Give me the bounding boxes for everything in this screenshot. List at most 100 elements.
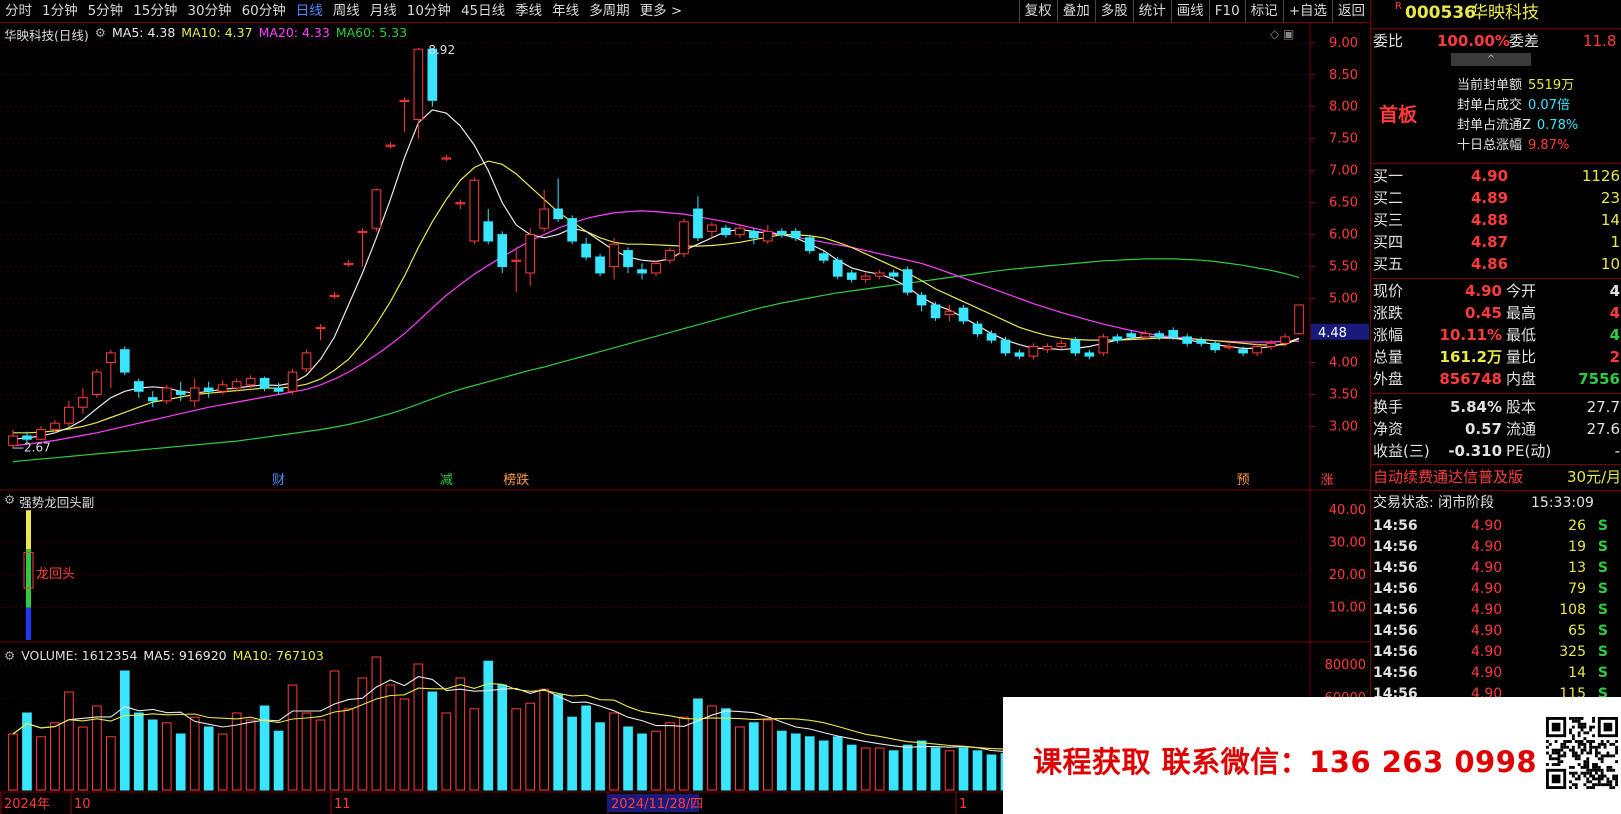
candle[interactable] <box>1056 340 1067 350</box>
candle[interactable] <box>1014 349 1025 360</box>
toolbar-button-3[interactable]: 统计 <box>1132 0 1171 22</box>
candle[interactable] <box>1112 333 1123 344</box>
candle[interactable] <box>930 301 941 321</box>
candle[interactable] <box>36 426 46 441</box>
candle[interactable] <box>804 234 815 254</box>
period-tab-3[interactable]: 15分钟 <box>128 0 182 22</box>
candle[interactable] <box>567 215 577 245</box>
period-tab-5[interactable]: 60分钟 <box>237 0 291 22</box>
bid-row[interactable]: 买五 4.86 10 <box>1371 253 1621 275</box>
candle[interactable] <box>581 237 591 261</box>
candle[interactable] <box>483 209 494 245</box>
candle[interactable] <box>1196 336 1206 347</box>
candle[interactable] <box>902 266 913 296</box>
toolbar-button-6[interactable]: 标记 <box>1244 0 1283 22</box>
period-tab-6[interactable]: 日线 <box>291 0 328 22</box>
gear-icon[interactable]: ⚙ <box>4 492 15 511</box>
candle[interactable] <box>651 260 661 277</box>
candle[interactable] <box>595 253 605 277</box>
period-tab-0[interactable]: 分时 <box>0 0 37 22</box>
candle[interactable] <box>1210 340 1220 353</box>
candle[interactable] <box>189 378 200 408</box>
candle[interactable] <box>259 376 270 392</box>
candle[interactable] <box>832 256 843 280</box>
candle[interactable] <box>721 225 731 238</box>
candle[interactable] <box>916 292 927 312</box>
period-tab-2[interactable]: 5分钟 <box>83 0 129 22</box>
toolbar-button-1[interactable]: 叠加 <box>1056 0 1095 22</box>
toolbar-button-5[interactable]: F10 <box>1208 0 1245 22</box>
candle[interactable] <box>78 388 88 414</box>
collapse-button[interactable]: ^ <box>1451 53 1531 66</box>
toolbar-button-0[interactable]: 复权 <box>1018 0 1057 22</box>
period-tab-1[interactable]: 1分钟 <box>37 0 83 22</box>
candle[interactable] <box>609 237 619 280</box>
candle[interactable] <box>735 225 745 238</box>
candle[interactable] <box>511 247 522 293</box>
candle[interactable] <box>441 154 452 162</box>
candle[interactable] <box>693 196 703 241</box>
candle[interactable] <box>119 346 130 376</box>
candle[interactable] <box>1042 343 1053 353</box>
event-mark[interactable]: 榜跌 <box>503 472 529 488</box>
ad-row[interactable]: 自动续费通达信普及版 30元/月 <box>1371 466 1621 488</box>
candle[interactable] <box>1000 336 1011 357</box>
candle[interactable] <box>707 221 717 238</box>
period-tab-4[interactable]: 30分钟 <box>182 0 236 22</box>
candle[interactable] <box>623 247 633 273</box>
candle[interactable] <box>1084 349 1095 360</box>
candle[interactable] <box>1182 333 1193 347</box>
candle[interactable] <box>665 247 675 264</box>
candle[interactable] <box>1294 304 1304 335</box>
candle[interactable] <box>469 177 480 245</box>
period-tab-12[interactable]: 年线 <box>547 0 584 22</box>
candle[interactable] <box>944 304 955 321</box>
bid-row[interactable]: 买四 4.87 1 <box>1371 231 1621 253</box>
candle[interactable] <box>203 381 214 398</box>
candle[interactable] <box>497 231 508 273</box>
candle[interactable] <box>315 324 326 341</box>
candle[interactable] <box>679 218 689 257</box>
period-tab-11[interactable]: 季线 <box>510 0 547 22</box>
candle[interactable] <box>1028 343 1039 360</box>
event-mark[interactable]: 涨 <box>1320 473 1333 488</box>
toolbar-button-2[interactable]: 多股 <box>1094 0 1133 22</box>
candle[interactable] <box>357 228 368 267</box>
bid-row[interactable]: 买一 4.90 1126 <box>1371 165 1621 187</box>
period-tab-13[interactable]: 多周期 <box>584 0 635 22</box>
toolbar-button-4[interactable]: 画线 <box>1170 0 1209 22</box>
candle[interactable] <box>1070 336 1081 357</box>
event-mark[interactable]: 财 <box>272 473 285 488</box>
period-tab-8[interactable]: 月线 <box>365 0 402 22</box>
toolbar-button-8[interactable]: 返回 <box>1332 0 1370 22</box>
candle[interactable] <box>860 272 871 283</box>
period-tab-7[interactable]: 周线 <box>328 0 365 22</box>
kline-chart[interactable]: 9.008.508.007.507.006.506.005.505.004.50… <box>0 22 1370 814</box>
period-tab-14[interactable]: 更多 > <box>635 0 688 22</box>
candle[interactable] <box>455 199 466 210</box>
period-tab-10[interactable]: 45日线 <box>456 0 510 22</box>
toolbar-button-7[interactable]: +自选 <box>1282 0 1332 22</box>
candle[interactable] <box>399 97 410 133</box>
candle[interactable] <box>637 263 647 280</box>
candle[interactable] <box>231 378 242 392</box>
candle[interactable] <box>287 368 298 395</box>
candle[interactable] <box>343 260 354 267</box>
candle[interactable] <box>161 384 172 405</box>
candle[interactable] <box>553 178 563 222</box>
gear-icon[interactable]: ⚙ <box>95 25 106 44</box>
candle[interactable] <box>329 292 340 299</box>
chart-options-icons[interactable]: ◇ ▣ <box>1270 27 1294 41</box>
event-mark[interactable]: 减 <box>440 473 453 488</box>
candle[interactable] <box>301 349 312 373</box>
candle[interactable] <box>147 391 158 408</box>
bid-row[interactable]: 买二 4.89 23 <box>1371 187 1621 209</box>
candle[interactable] <box>371 188 382 232</box>
candle[interactable] <box>385 141 396 149</box>
bid-row[interactable]: 买三 4.88 14 <box>1371 209 1621 231</box>
candle[interactable] <box>762 225 773 245</box>
candle[interactable] <box>64 400 74 427</box>
candle[interactable] <box>92 368 102 398</box>
candle[interactable] <box>776 228 787 238</box>
event-mark[interactable]: 预 <box>1237 473 1250 488</box>
